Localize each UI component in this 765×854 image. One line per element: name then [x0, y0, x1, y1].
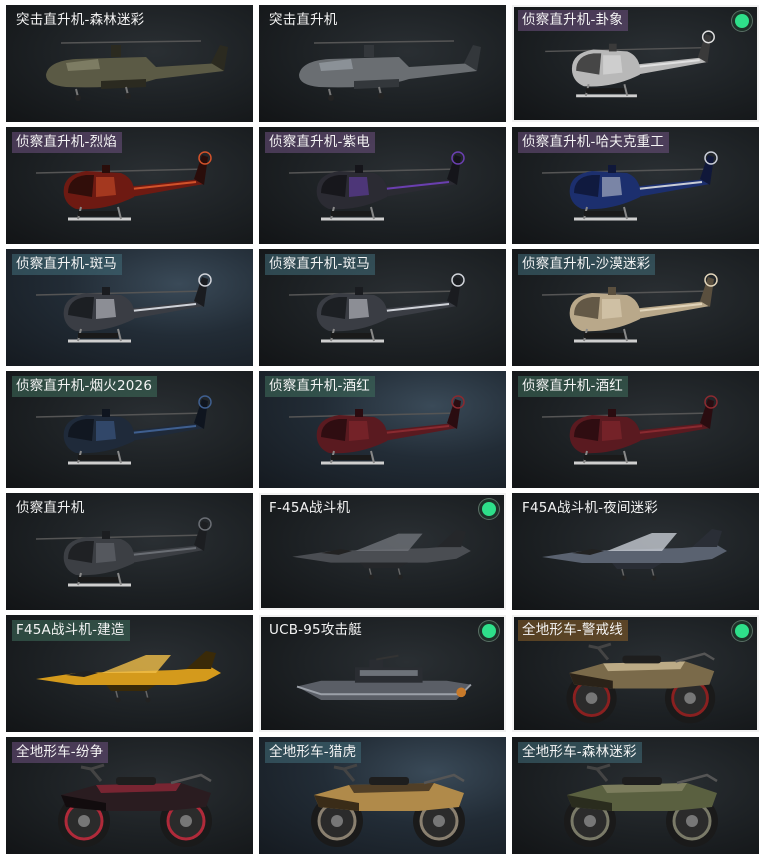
skin-name-label: F45A战斗机-建造 [12, 620, 130, 641]
skin-name-label: 侦察直升机 [16, 500, 85, 516]
vehicle-skin-tile[interactable]: UCB-95攻击艇 [259, 615, 506, 732]
scout-helicopter-model [541, 395, 718, 465]
vehicle-skin-tile[interactable]: F45A战斗机-建造 [6, 615, 253, 732]
vehicle-skin-tile[interactable]: F45A战斗机-夜间迷彩 [512, 493, 759, 610]
vehicle-skin-tile[interactable]: 突击直升机 [259, 5, 506, 122]
vehicle-skin-tile[interactable]: 侦察直升机-斑马 [259, 249, 506, 366]
scout-helicopter-model [35, 273, 212, 343]
skin-name-label: UCB-95攻击艇 [269, 622, 362, 638]
skin-name-label: 侦察直升机-斑马 [12, 254, 122, 275]
vehicle-skin-tile[interactable]: 全地形车-警戒线 [512, 615, 759, 732]
vehicle-skin-tile[interactable]: 侦察直升机-酒红 [512, 371, 759, 488]
skin-name-label: 全地形车-森林迷彩 [518, 742, 642, 763]
skin-name-label: 侦察直升机-沙漠迷彩 [518, 254, 656, 275]
skin-name-label: 全地形车-猎虎 [265, 742, 362, 763]
atv-model [58, 763, 212, 847]
fighter-jet-model [36, 651, 221, 703]
scout-helicopter-model [541, 151, 718, 221]
equipped-indicator-icon [735, 14, 749, 28]
skin-name-label: 侦察直升机-酒红 [265, 376, 375, 397]
equipped-indicator-icon [482, 624, 496, 638]
atv-model [564, 763, 718, 847]
vehicle-skin-tile[interactable]: 侦察直升机 [6, 493, 253, 610]
attack-helicopter-model [299, 40, 481, 101]
vehicle-skin-tile[interactable]: 侦察直升机-斑马 [6, 249, 253, 366]
scout-helicopter-model [35, 517, 212, 587]
vehicle-skin-grid: 突击直升机-森林迷彩 突击直升机 侦察直升机-卦象 侦察直升机-烈焰 侦察直升机-紫电侦… [6, 5, 760, 854]
skin-name-label: F45A战斗机-夜间迷彩 [522, 500, 658, 516]
scout-helicopter-model [288, 273, 465, 343]
skin-name-label: 侦察直升机-烟火2026 [12, 376, 158, 397]
vehicle-skin-tile[interactable]: 全地形车-纷争 [6, 737, 253, 854]
vehicle-skin-tile[interactable]: 侦察直升机-烈焰 [6, 127, 253, 244]
vehicle-skin-tile[interactable]: 全地形车-森林迷彩 [512, 737, 759, 854]
scout-helicopter-model [35, 151, 212, 221]
skin-name-label: 侦察直升机-酒红 [518, 376, 628, 397]
skin-name-label: 突击直升机-森林迷彩 [16, 12, 145, 28]
skin-name-label: 突击直升机 [269, 12, 338, 28]
vehicle-skin-tile[interactable]: 侦察直升机-烟火2026 [6, 371, 253, 488]
scout-helicopter-model [541, 273, 718, 343]
skin-name-label: 侦察直升机-卦象 [518, 10, 628, 31]
fighter-jet-model [292, 529, 471, 580]
skin-name-label: 全地形车-纷争 [12, 742, 109, 763]
vehicle-skin-tile[interactable]: 侦察直升机-沙漠迷彩 [512, 249, 759, 366]
attack-boat-model [296, 654, 472, 701]
vehicle-skin-tile[interactable]: 侦察直升机-哈夫克重工 [512, 127, 759, 244]
equipped-indicator-icon [735, 624, 749, 638]
skin-name-label: F-45A战斗机 [269, 500, 351, 516]
atv-model [566, 642, 716, 724]
vehicle-skin-tile[interactable]: 突击直升机-森林迷彩 [6, 5, 253, 122]
vehicle-skin-tile[interactable]: 全地形车-猎虎 [259, 737, 506, 854]
equipped-indicator-icon [482, 502, 496, 516]
scout-helicopter-model [288, 395, 465, 465]
skin-name-label: 侦察直升机-斑马 [265, 254, 375, 275]
vehicle-skin-tile[interactable]: F-45A战斗机 [259, 493, 506, 610]
skin-name-label: 侦察直升机-烈焰 [12, 132, 122, 153]
fighter-jet-model [542, 529, 727, 581]
vehicle-skin-tile[interactable]: 侦察直升机-卦象 [512, 5, 759, 122]
skin-name-label: 侦察直升机-紫电 [265, 132, 375, 153]
vehicle-skin-tile[interactable]: 侦察直升机-酒红 [259, 371, 506, 488]
atv-model [311, 763, 465, 847]
scout-helicopter-model [35, 395, 212, 465]
scout-helicopter-model [288, 151, 465, 221]
skin-name-label: 侦察直升机-哈夫克重工 [518, 132, 670, 153]
vehicle-skin-tile[interactable]: 侦察直升机-紫电 [259, 127, 506, 244]
skin-name-label: 全地形车-警戒线 [518, 620, 628, 641]
attack-helicopter-model [46, 40, 228, 101]
scout-helicopter-model [545, 30, 715, 98]
